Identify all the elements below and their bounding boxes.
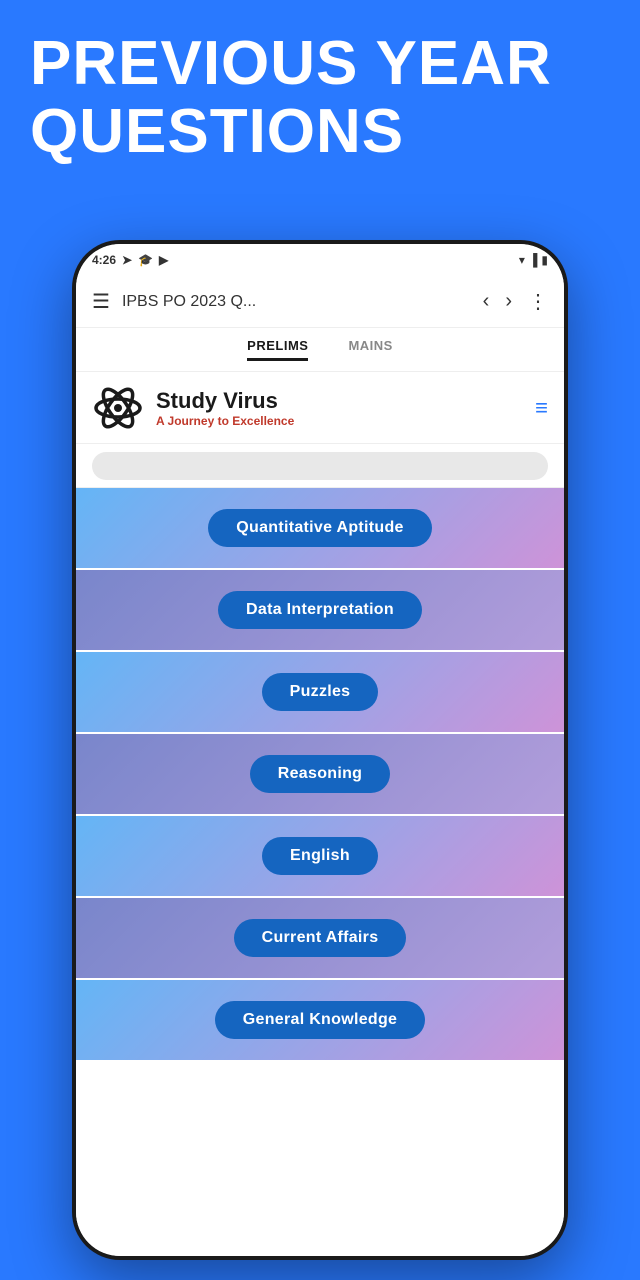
content-area: Quantitative Aptitude Data Interpretatio… bbox=[76, 488, 564, 1256]
status-left: 4:26 ➤ 🎓 ▶ bbox=[92, 253, 168, 267]
search-input[interactable] bbox=[92, 452, 548, 480]
back-button[interactable]: ‹ bbox=[479, 286, 494, 317]
status-time: 4:26 bbox=[92, 253, 116, 267]
more-button[interactable]: ⋮ bbox=[524, 285, 552, 318]
navigation-icon: ➤ bbox=[122, 253, 132, 267]
category-card-current-affairs[interactable]: Current Affairs bbox=[76, 898, 564, 978]
category-card-data-interpretation[interactable]: Data Interpretation bbox=[76, 570, 564, 650]
category-card-general-knowledge[interactable]: General Knowledge bbox=[76, 980, 564, 1060]
logo-title: Study Virus bbox=[156, 388, 294, 414]
category-btn-data-interpretation[interactable]: Data Interpretation bbox=[218, 591, 422, 629]
category-btn-current-affairs[interactable]: Current Affairs bbox=[234, 919, 407, 957]
graduation-icon: 🎓 bbox=[138, 253, 153, 267]
tabs-bar: PRELIMS MAINS bbox=[76, 328, 564, 372]
nav-actions: ‹ › ⋮ bbox=[479, 285, 552, 318]
category-btn-english[interactable]: English bbox=[262, 837, 378, 875]
category-btn-general-knowledge[interactable]: General Knowledge bbox=[215, 1001, 425, 1039]
menu-icon[interactable]: ☰ bbox=[88, 285, 114, 318]
app-hamburger-icon[interactable]: ≡ bbox=[535, 395, 548, 421]
battery-icon: ▮ bbox=[541, 253, 548, 267]
logo-subtitle: A Journey to Excellence bbox=[156, 414, 294, 428]
category-btn-reasoning[interactable]: Reasoning bbox=[250, 755, 391, 793]
category-btn-puzzles[interactable]: Puzzles bbox=[262, 673, 379, 711]
nav-bar: ☰ IPBS PO 2023 Q... ‹ › ⋮ bbox=[76, 276, 564, 328]
youtube-icon: ▶ bbox=[159, 253, 168, 267]
status-right: ▾ ▐ ▮ bbox=[519, 253, 548, 267]
phone-screen: 4:26 ➤ 🎓 ▶ ▾ ▐ ▮ ☰ IPBS PO 2023 Q... ‹ ›… bbox=[76, 244, 564, 1256]
logo-icon bbox=[92, 382, 144, 434]
wifi-icon: ▾ bbox=[519, 253, 525, 267]
tab-prelims[interactable]: PRELIMS bbox=[247, 338, 308, 361]
category-card-puzzles[interactable]: Puzzles bbox=[76, 652, 564, 732]
forward-button[interactable]: › bbox=[501, 286, 516, 317]
phone-frame: 4:26 ➤ 🎓 ▶ ▾ ▐ ▮ ☰ IPBS PO 2023 Q... ‹ ›… bbox=[72, 240, 568, 1260]
signal-icon: ▐ bbox=[529, 253, 538, 267]
category-card-reasoning[interactable]: Reasoning bbox=[76, 734, 564, 814]
logo-area: Study Virus A Journey to Excellence ≡ bbox=[76, 372, 564, 444]
logo-text: Study Virus A Journey to Excellence bbox=[156, 388, 294, 428]
logo-left: Study Virus A Journey to Excellence bbox=[92, 382, 294, 434]
category-card-english[interactable]: English bbox=[76, 816, 564, 896]
category-card-quantitative[interactable]: Quantitative Aptitude bbox=[76, 488, 564, 568]
tab-mains[interactable]: MAINS bbox=[348, 338, 392, 361]
search-bar-container bbox=[76, 444, 564, 488]
status-bar: 4:26 ➤ 🎓 ▶ ▾ ▐ ▮ bbox=[76, 244, 564, 276]
hero-title: PREVIOUS YEAR QUESTIONS bbox=[30, 30, 552, 166]
category-btn-quantitative[interactable]: Quantitative Aptitude bbox=[208, 509, 432, 547]
nav-title: IPBS PO 2023 Q... bbox=[122, 293, 471, 311]
